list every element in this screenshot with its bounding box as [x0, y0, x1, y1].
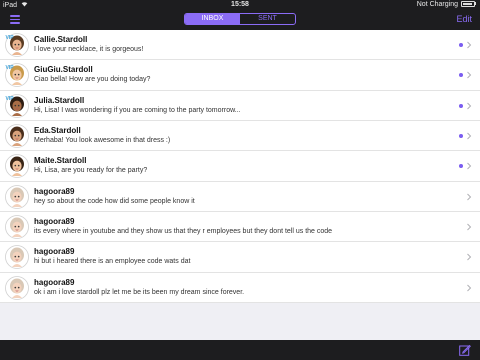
tab-sent[interactable]: SENT: [240, 14, 295, 24]
edit-button[interactable]: Edit: [456, 14, 472, 24]
svg-text:VIP: VIP: [6, 96, 15, 102]
avatar: [5, 245, 29, 270]
status-bar: iPad 15:58 Not Charging: [0, 0, 480, 10]
message-row[interactable]: Maite.Stardoll Hi, Lisa, are you ready fo…: [0, 151, 480, 182]
message-preview: Hi, Lisa, are you ready for the party?: [34, 167, 148, 175]
unread-dot-icon: [459, 133, 463, 138]
bottom-toolbar: [0, 340, 480, 360]
message-sender: hagoora89: [34, 277, 75, 287]
avatar: [5, 215, 29, 239]
message-preview: hi but i heared there is an employee cod…: [34, 258, 191, 266]
tab-inbox[interactable]: INBOX: [185, 14, 240, 24]
message-row[interactable]: VIP Julia.Stardoll Hi, Lisa! I was wonderi…: [0, 90, 480, 121]
chevron-right-icon: [467, 71, 472, 79]
charging-status: Not Charging: [416, 1, 458, 8]
chevron-right-icon: [467, 223, 472, 231]
chevron-right-icon: [467, 253, 472, 261]
message-sender: Maite.Stardoll: [34, 156, 87, 166]
avatar: [5, 275, 29, 300]
mailbox-segmented-control: INBOX SENT: [184, 13, 296, 25]
message-row[interactable]: hagoora89 hey so about the code how did s…: [0, 181, 480, 212]
message-preview: its every where in youtube and they show…: [34, 227, 333, 235]
message-preview: Merhaba! You look awesome in that dress …: [34, 136, 171, 144]
chevron-right-icon: [467, 102, 472, 110]
status-right: Not Charging: [417, 1, 476, 8]
menu-icon[interactable]: [10, 15, 20, 24]
chevron-right-icon: [467, 284, 472, 291]
battery-tip: [475, 2, 476, 5]
message-row[interactable]: hagoora89 ok i am i love stardoll plz let…: [0, 272, 480, 303]
svg-text:VIP: VIP: [6, 35, 15, 41]
message-sender: Callie.Stardoll: [34, 35, 88, 44]
chevron-right-icon: [467, 162, 472, 170]
battery-icon: [461, 1, 475, 7]
chevron-right-icon: [467, 132, 472, 140]
message-sender: GiuGiu.Stardoll: [34, 65, 93, 75]
chevron-right-icon: [467, 41, 472, 49]
message-sender: hagoora89: [34, 216, 75, 226]
message-sender: Julia.Stardoll: [34, 95, 85, 105]
message-preview: ok i am i love stardoll plz let me be it…: [34, 288, 245, 296]
message-preview: hey so about the code how did some peopl…: [34, 197, 195, 205]
message-row[interactable]: hagoora89 its every where in youtube and …: [0, 211, 480, 243]
avatar: VIP: [5, 63, 29, 88]
message-row[interactable]: Eda.Stardoll Merhaba! You look awesome in…: [0, 120, 480, 152]
avatar: [5, 124, 29, 148]
message-preview: Hi, Lisa! I was wondering if you are com…: [34, 106, 241, 114]
message-preview: I love your necklace, it is gorgeous!: [34, 46, 144, 53]
avatar: VIP: [5, 93, 29, 118]
list-empty-area: [0, 303, 480, 340]
svg-text:VIP: VIP: [6, 65, 15, 71]
nav-bar: INBOX SENT Edit: [0, 10, 480, 30]
message-sender: Eda.Stardoll: [34, 125, 81, 135]
message-sender: hagoora89: [34, 186, 75, 196]
avatar: [5, 184, 29, 209]
message-row[interactable]: VIP Callie.Stardoll I love your necklace, …: [0, 30, 480, 61]
message-row[interactable]: VIP GiuGiu.Stardoll Ciao bella! How are yo…: [0, 60, 480, 91]
unread-dot-icon: [459, 73, 463, 78]
unread-dot-icon: [459, 103, 463, 108]
message-sender: hagoora89: [34, 247, 75, 257]
compose-icon[interactable]: [459, 344, 471, 356]
chevron-right-icon: [467, 193, 472, 200]
avatar: VIP: [5, 33, 29, 57]
status-time: 15:58: [231, 1, 249, 8]
unread-dot-icon: [459, 43, 463, 47]
unread-dot-icon: [459, 164, 463, 169]
avatar: [5, 154, 29, 179]
message-list: VIP Callie.Stardoll I love your necklace, …: [0, 30, 480, 303]
message-preview: Ciao bella! How are you doing today?: [34, 76, 151, 84]
message-row[interactable]: hagoora89 hi but i heared there is an emp…: [0, 242, 480, 273]
